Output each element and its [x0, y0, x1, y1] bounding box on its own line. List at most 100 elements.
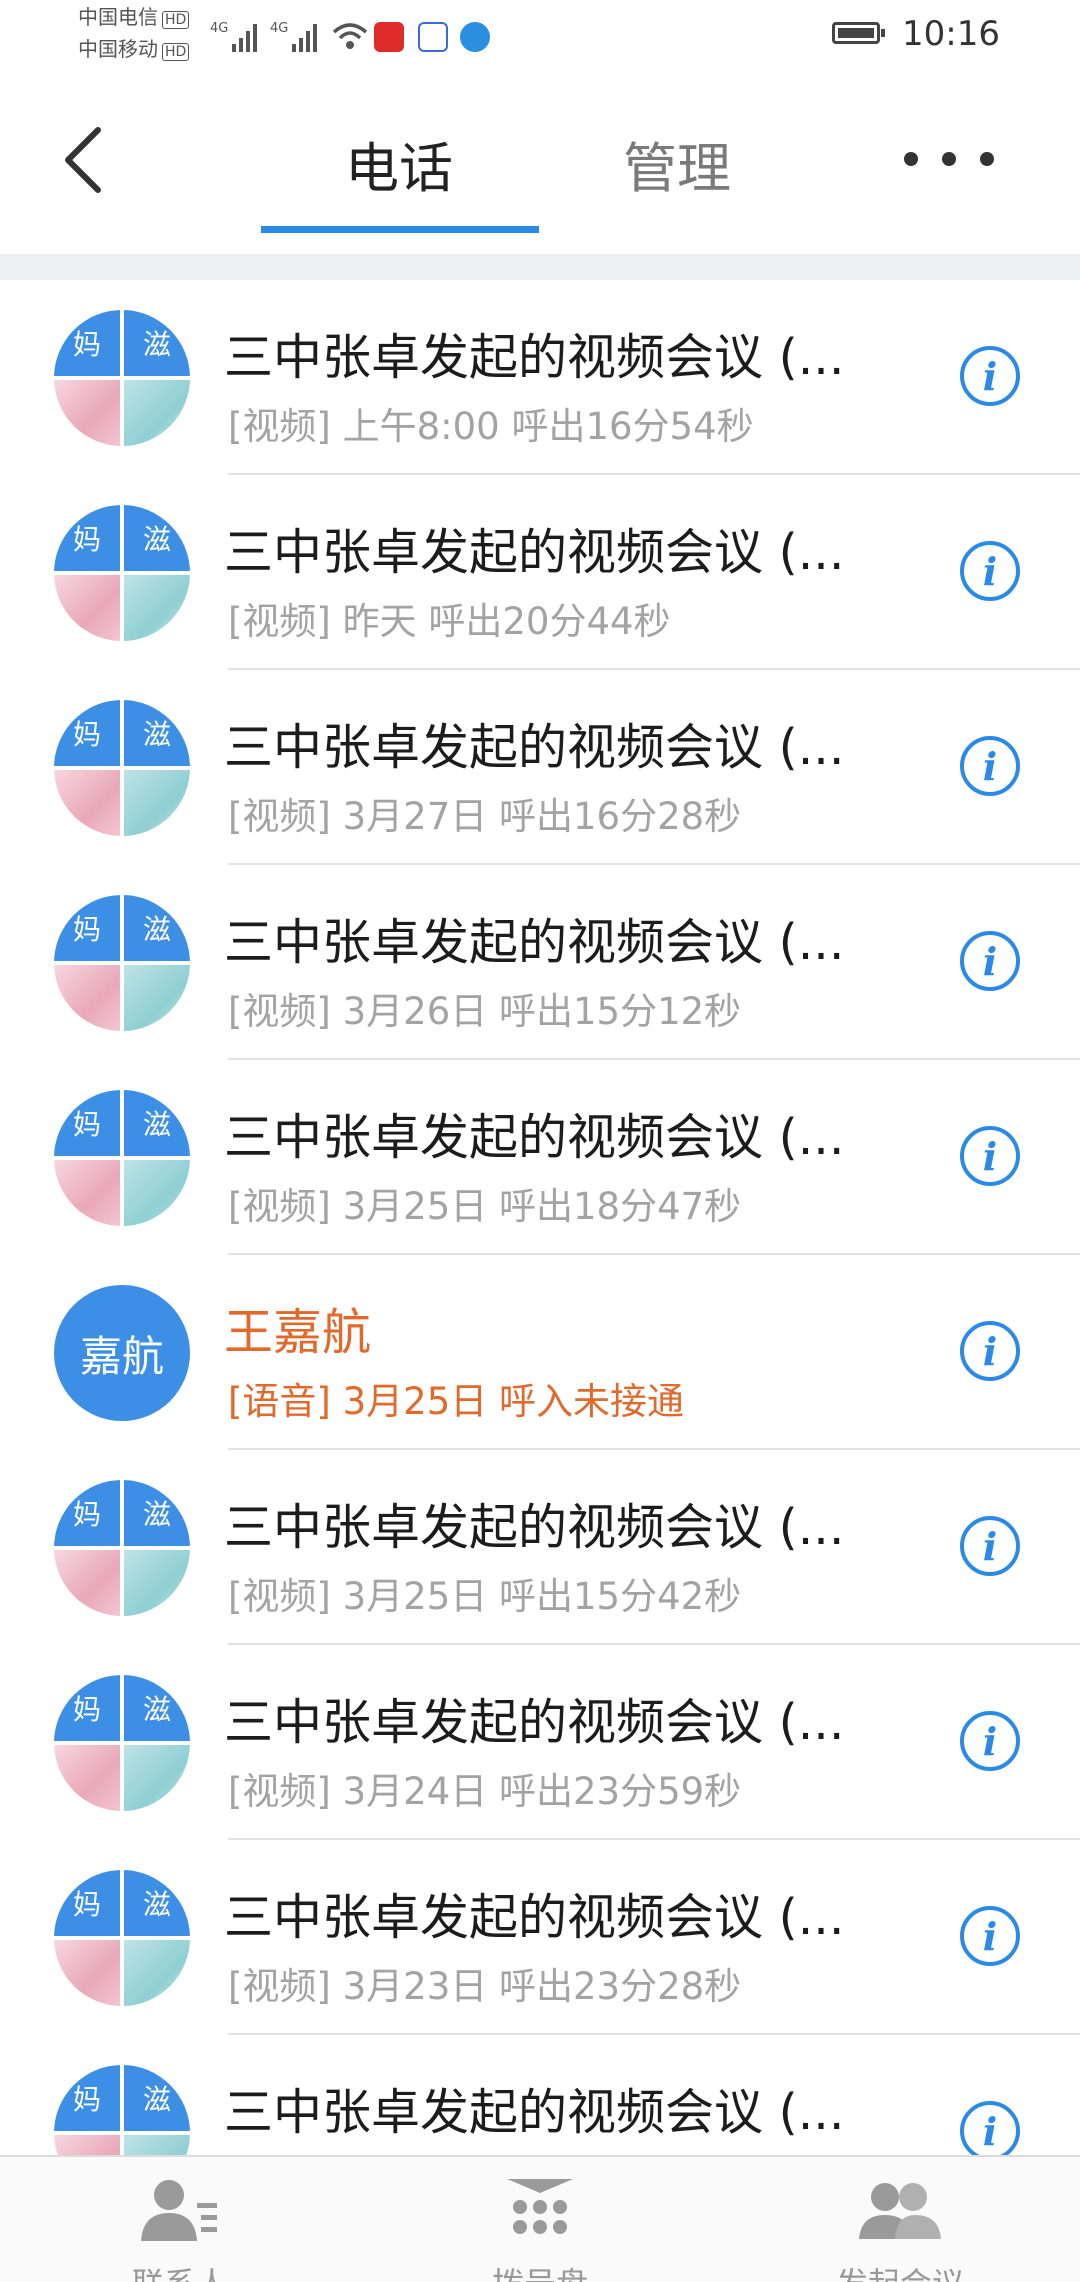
- avatar-initial: 妈: [54, 1480, 120, 1546]
- back-arrow-icon[interactable]: [58, 120, 118, 200]
- group-avatar: 妈 滋: [54, 310, 190, 446]
- avatar-photo: [124, 1745, 190, 1811]
- avatar-photo: [54, 1940, 120, 2006]
- info-icon[interactable]: i: [960, 1516, 1020, 1576]
- call-title: 三中张卓发起的视频会议 (...: [224, 1499, 845, 1556]
- avatar-initial: 妈: [54, 1675, 120, 1741]
- wifi-icon: [332, 23, 368, 49]
- avatar-initial: 滋: [124, 1675, 190, 1741]
- group-avatar: 妈 滋: [54, 505, 190, 641]
- avatar-initial: 滋: [124, 2065, 190, 2131]
- info-icon[interactable]: i: [960, 2101, 1020, 2161]
- avatar-photo: [54, 575, 120, 641]
- avatar-photo: [124, 380, 190, 446]
- toutiao-app-icon: [374, 22, 404, 52]
- call-detail: [视频] 上午8:00 呼出16分54秒: [228, 405, 754, 448]
- call-log-row[interactable]: 妈 滋 三中张卓发起的视频会议 (... [视频] 3月24日 呼出23分59秒…: [0, 1645, 1080, 1840]
- carrier-2: 中国移动 HD: [78, 38, 190, 61]
- avatar-photo: [124, 1940, 190, 2006]
- avatar-photo: [54, 1745, 120, 1811]
- avatar-initial: 妈: [54, 310, 120, 376]
- svg-text:4G: 4G: [210, 21, 228, 36]
- bottom-tab-dialpad[interactable]: 拨号盘: [440, 2175, 640, 2282]
- battery-icon: [832, 22, 885, 44]
- section-divider: [0, 254, 1080, 280]
- call-detail: [视频] 3月26日 呼出15分12秒: [228, 990, 742, 1033]
- avatar-photo: [54, 380, 120, 446]
- info-icon[interactable]: i: [960, 541, 1020, 601]
- call-log-list: 妈 滋 三中张卓发起的视频会议 (... [视频] 上午8:00 呼出16分54…: [0, 280, 1080, 2230]
- call-title: 三中张卓发起的视频会议 (...: [224, 914, 845, 971]
- call-log-row[interactable]: 妈 滋 三中张卓发起的视频会议 (... [视频] 3月25日 呼出15分42秒…: [0, 1450, 1080, 1645]
- avatar-initial: 滋: [124, 1480, 190, 1546]
- avatar-initial: 妈: [54, 1090, 120, 1156]
- call-detail: [视频] 3月27日 呼出16分28秒: [228, 795, 742, 838]
- avatar-photo: [54, 1160, 120, 1226]
- avatar-photo: [124, 770, 190, 836]
- call-log-row[interactable]: 妈 滋 三中张卓发起的视频会议 (... [视频] 3月26日 呼出15分12秒…: [0, 865, 1080, 1060]
- avatar: 嘉航: [54, 1285, 190, 1421]
- bottom-tab-start-meeting[interactable]: 发起会议: [800, 2175, 1000, 2282]
- call-log-row[interactable]: 妈 滋 三中张卓发起的视频会议 (... [视频] 3月25日 呼出18分47秒…: [0, 1060, 1080, 1255]
- active-tab-indicator: [261, 226, 539, 233]
- avatar-initial: 滋: [124, 1870, 190, 1936]
- signal-icon: 4G: [270, 21, 317, 52]
- avatar-initial: 妈: [54, 895, 120, 961]
- carrier-1: 中国电信 HD: [78, 6, 190, 29]
- info-icon[interactable]: i: [960, 736, 1020, 796]
- dialpad-icon: [507, 2179, 573, 2234]
- call-detail: [视频] 3月25日 呼出18分47秒: [228, 1185, 742, 1228]
- avatar-initial: 妈: [54, 1870, 120, 1936]
- bottom-tab-bar: 联系人 拨号盘 发起会议: [0, 2155, 1080, 2282]
- info-icon[interactable]: i: [960, 1711, 1020, 1771]
- info-icon[interactable]: i: [960, 1126, 1020, 1186]
- clock: 10:16: [902, 14, 1000, 54]
- group-avatar: 妈 滋: [54, 895, 190, 1031]
- avatar-photo: [54, 965, 120, 1031]
- avatar-initial: 滋: [124, 1090, 190, 1156]
- call-log-row[interactable]: 妈 滋 三中张卓发起的视频会议 (... [视频] 昨天 呼出20分44秒 i: [0, 475, 1080, 670]
- call-title: 王嘉航: [224, 1304, 372, 1361]
- more-options-icon[interactable]: [890, 142, 1010, 182]
- call-title: 三中张卓发起的视频会议 (...: [224, 329, 845, 386]
- avatar-initial: 滋: [124, 700, 190, 766]
- info-icon[interactable]: i: [960, 931, 1020, 991]
- call-title: 三中张卓发起的视频会议 (...: [224, 1109, 845, 1166]
- avatar-initial: 妈: [54, 2065, 120, 2131]
- baidu-app-icon: [418, 22, 448, 52]
- call-log-row[interactable]: 妈 滋 三中张卓发起的视频会议 (... [视频] 3月23日 呼出23分28秒…: [0, 1840, 1080, 2035]
- info-icon[interactable]: i: [960, 1906, 1020, 1966]
- avatar-initial: 妈: [54, 505, 120, 571]
- call-detail: [视频] 3月24日 呼出23分59秒: [228, 1770, 742, 1813]
- call-detail: [视频] 3月25日 呼出15分42秒: [228, 1575, 742, 1618]
- contacts-icon: [141, 2180, 217, 2241]
- avatar-initial: 滋: [124, 505, 190, 571]
- avatar-photo: [124, 965, 190, 1031]
- call-log-row[interactable]: 嘉航 王嘉航 [语音] 3月25日 呼入未接通 i: [0, 1255, 1080, 1450]
- avatar-photo: [54, 770, 120, 836]
- group-avatar: 妈 滋: [54, 1675, 190, 1811]
- svg-text:4G: 4G: [270, 21, 288, 36]
- group-icon: [859, 2183, 941, 2239]
- group-avatar: 妈 滋: [54, 700, 190, 836]
- avatar-initial: 滋: [124, 895, 190, 961]
- call-log-row[interactable]: 妈 滋 三中张卓发起的视频会议 (... [视频] 上午8:00 呼出16分54…: [0, 280, 1080, 475]
- info-icon[interactable]: i: [960, 1321, 1020, 1381]
- group-avatar: 妈 滋: [54, 1480, 190, 1616]
- call-log-row[interactable]: 妈 滋 三中张卓发起的视频会议 (... [视频] 3月27日 呼出16分28秒…: [0, 670, 1080, 865]
- group-avatar: 妈 滋: [54, 1870, 190, 2006]
- top-navigation: 电话 管理: [0, 80, 1080, 254]
- avatar-photo: [54, 1550, 120, 1616]
- signal-icon: 4G: [210, 21, 257, 52]
- tab-manage[interactable]: 管理: [623, 124, 731, 203]
- call-detail: [语音] 3月25日 呼入未接通: [228, 1380, 685, 1423]
- call-detail: [视频] 3月23日 呼出23分28秒: [228, 1965, 742, 2008]
- bottom-tab-contacts[interactable]: 联系人: [80, 2175, 280, 2282]
- status-bar: 中国电信 HD 中国移动 HD 4G 4G 10:16: [0, 0, 1080, 80]
- info-icon[interactable]: i: [960, 346, 1020, 406]
- browser-app-icon: [460, 22, 490, 52]
- call-title: 三中张卓发起的视频会议 (...: [224, 1694, 845, 1751]
- avatar-initial: 滋: [124, 310, 190, 376]
- avatar-initial: 妈: [54, 700, 120, 766]
- tab-phone[interactable]: 电话: [345, 124, 453, 203]
